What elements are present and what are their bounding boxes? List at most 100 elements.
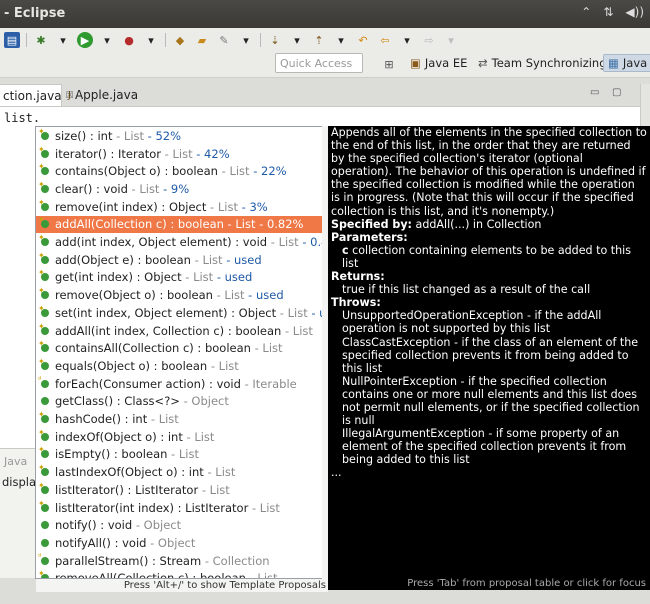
network-icon[interactable]: ⇅ <box>603 5 613 19</box>
tab-label: ction.java <box>3 88 62 103</box>
maximize-icon[interactable]: ▢ <box>612 87 621 98</box>
proposal-item[interactable]: ✦ remove(int index) : Object - List - 3% <box>36 198 325 216</box>
public-method-icon: ✦ <box>38 410 52 426</box>
proposal-item[interactable]: ✦ hashCode() : int - List <box>36 410 325 428</box>
proposal-qualifier: List <box>194 429 215 444</box>
back-icon[interactable]: ⇦ <box>377 32 393 48</box>
proposal-separator: - <box>146 535 158 550</box>
bottom-tab-label[interactable]: Java <box>4 455 27 468</box>
public-method-icon: ✦ <box>38 304 52 320</box>
tab-collection-java[interactable]: ction.java ☒ <box>0 84 74 106</box>
dropdown-arrow-icon[interactable]: ▾ <box>289 32 305 48</box>
proposal-qualifier: List <box>139 181 160 196</box>
minimize-icon[interactable]: ▭ <box>590 87 599 98</box>
proposal-separator: - <box>132 518 144 533</box>
proposal-signature: add(Object e) : boolean <box>55 252 191 267</box>
proposal-item[interactable]: ✦ size() : int - List - 52% <box>36 127 325 145</box>
proposal-item[interactable]: ✦ containsAll(Collection c) : boolean - L… <box>36 339 325 357</box>
proposal-separator: - <box>112 128 124 143</box>
proposal-item[interactable]: ✦ set(int index, Object element) : Object… <box>36 304 325 322</box>
proposal-signature: listIterator(int index) : ListIterator <box>55 500 249 515</box>
perspective-label: Java <box>622 56 648 70</box>
proposal-item[interactable]: ✦ listIterator() : ListIterator - List <box>36 481 325 499</box>
dropdown-arrow-icon[interactable]: ▾ <box>55 32 71 48</box>
proposal-relevance: - 0.82% <box>255 217 304 232</box>
proposal-item[interactable]: notify() : void - Object <box>36 516 325 534</box>
specified-by-text: addAll(...) in Collection <box>415 217 542 231</box>
tray-icon-user[interactable]: ⌃ <box>581 5 591 19</box>
proposal-item[interactable]: ✦ equals(Object o) : boolean - List <box>36 357 325 375</box>
public-method-icon: ✦ <box>38 127 52 143</box>
dropdown-arrow-icon[interactable]: ▾ <box>443 32 459 48</box>
forward-icon[interactable]: ⇨ <box>421 32 437 48</box>
perspective-java[interactable]: ▦ Java <box>603 54 650 72</box>
team-sync-icon: ⇄ <box>478 56 488 70</box>
proposal-signature: add(int index, Object element) : void <box>55 235 268 250</box>
external-tools-icon[interactable]: ● <box>121 32 137 48</box>
dropdown-arrow-icon[interactable]: ▾ <box>333 32 349 48</box>
proposal-item[interactable]: ᵈ forEach(Consumer action) : void - Itera… <box>36 375 325 393</box>
debug-icon[interactable]: ✱ <box>33 32 49 48</box>
proposal-separator: - <box>206 199 218 214</box>
run-icon[interactable]: ▶ <box>77 32 93 48</box>
proposal-item[interactable]: getClass() : Class<?> - Object <box>36 393 325 411</box>
dropdown-arrow-icon[interactable]: ▾ <box>238 32 254 48</box>
perspective-team-sync[interactable]: ⇄ Team Synchronizing <box>478 54 607 72</box>
code-line[interactable]: list. <box>4 111 40 125</box>
proposal-item[interactable]: ✦ lastIndexOf(Object o) : int - List <box>36 463 325 481</box>
dropdown-arrow-icon[interactable]: ▾ <box>399 32 415 48</box>
throws-label: Throws: <box>331 296 381 310</box>
proposal-qualifier: List <box>215 465 236 480</box>
next-annotation-icon[interactable]: ⇣ <box>267 32 283 48</box>
open-folder-icon[interactable]: ▰ <box>194 32 210 48</box>
proposal-item[interactable]: ✦ removeAll(Collection c) : boolean - Lis… <box>36 569 325 578</box>
public-method-icon: ✦ <box>38 357 52 373</box>
javadoc-popup[interactable]: Appends all of the elements in the speci… <box>328 126 650 577</box>
prev-annotation-icon[interactable]: ⇡ <box>311 32 327 48</box>
proposal-item[interactable]: ✦ indexOf(Object o) : int - List <box>36 428 325 446</box>
proposal-item[interactable]: ✦ remove(Object o) : boolean - List - use… <box>36 286 325 304</box>
proposal-item[interactable]: ✦ isEmpty() : boolean - List <box>36 445 325 464</box>
dropdown-arrow-icon[interactable]: ▾ <box>143 32 159 48</box>
proposal-qualifier: List <box>292 323 313 338</box>
perspective-java-ee[interactable]: ▣ Java EE <box>410 54 467 72</box>
dropdown-arrow-icon[interactable]: ▾ <box>99 32 115 48</box>
proposal-separator: - <box>203 465 216 480</box>
proposal-item[interactable]: notifyAll() : void - Object <box>36 534 325 552</box>
tab-apple-java[interactable]: J Apple.java <box>64 84 142 106</box>
proposal-relevance: - used <box>244 288 284 303</box>
proposal-item[interactable]: ✦ add(int index, Object element) : void -… <box>36 233 325 251</box>
toolbar-separator <box>165 33 166 47</box>
proposal-item[interactable]: ✦ get(int index) : Object - List - used <box>36 268 325 287</box>
proposal-separator: - <box>281 323 293 338</box>
proposal-signature: hashCode() : int <box>55 412 148 427</box>
public-method-icon: ✦ <box>38 215 52 231</box>
open-perspective-icon[interactable]: ⊞ <box>381 56 397 72</box>
proposal-item[interactable]: ✦ iterator() : Iterator - List - 42% <box>36 145 325 163</box>
parameters-label: Parameters: <box>331 230 408 244</box>
last-edit-icon[interactable]: ↶ <box>355 32 371 48</box>
proposal-signature: notify() : void <box>55 518 133 533</box>
save-icon[interactable]: ▤ <box>4 32 20 48</box>
proposal-item[interactable]: ✦ addAll(int index, Collection c) : boole… <box>36 322 325 340</box>
proposal-item[interactable]: ᵈ parallelStream() : Stream - Collection <box>36 552 325 570</box>
proposal-item[interactable]: ✦ listIterator(int index) : ListIterator … <box>36 499 325 517</box>
proposal-item[interactable]: ✦ addAll(Collection c) : boolean - List -… <box>36 215 325 234</box>
volume-icon[interactable]: ◀)) <box>625 5 644 19</box>
content-assist-proposals[interactable]: ✦ size() : int - List - 52% ✦ iterator() : … <box>35 126 326 579</box>
open-type-icon[interactable]: ✎ <box>216 32 232 48</box>
quick-access-input[interactable]: Quick Access <box>275 53 363 73</box>
throws-item: UnsupportedOperationException - if the a… <box>342 309 602 336</box>
new-package-icon[interactable]: ◆ <box>172 32 188 48</box>
proposal-item[interactable]: ✦ add(Object e) : boolean - List - used <box>36 251 325 269</box>
proposal-item[interactable]: ✦ contains(Object o) : boolean - List - 2… <box>36 162 325 180</box>
proposal-item[interactable]: ✦ clear() : void - List - 9% <box>36 180 325 198</box>
param-name: c <box>342 243 349 257</box>
proposal-qualifier: Collection <box>212 553 270 568</box>
public-method-icon <box>38 394 52 408</box>
proposal-relevance: - used <box>222 252 262 267</box>
public-method-icon: ᵈ <box>38 552 52 568</box>
proposal-signature: indexOf(Object o) : int <box>55 429 183 444</box>
proposal-separator: - <box>182 429 195 444</box>
public-method-icon: ᵈ <box>38 375 52 391</box>
